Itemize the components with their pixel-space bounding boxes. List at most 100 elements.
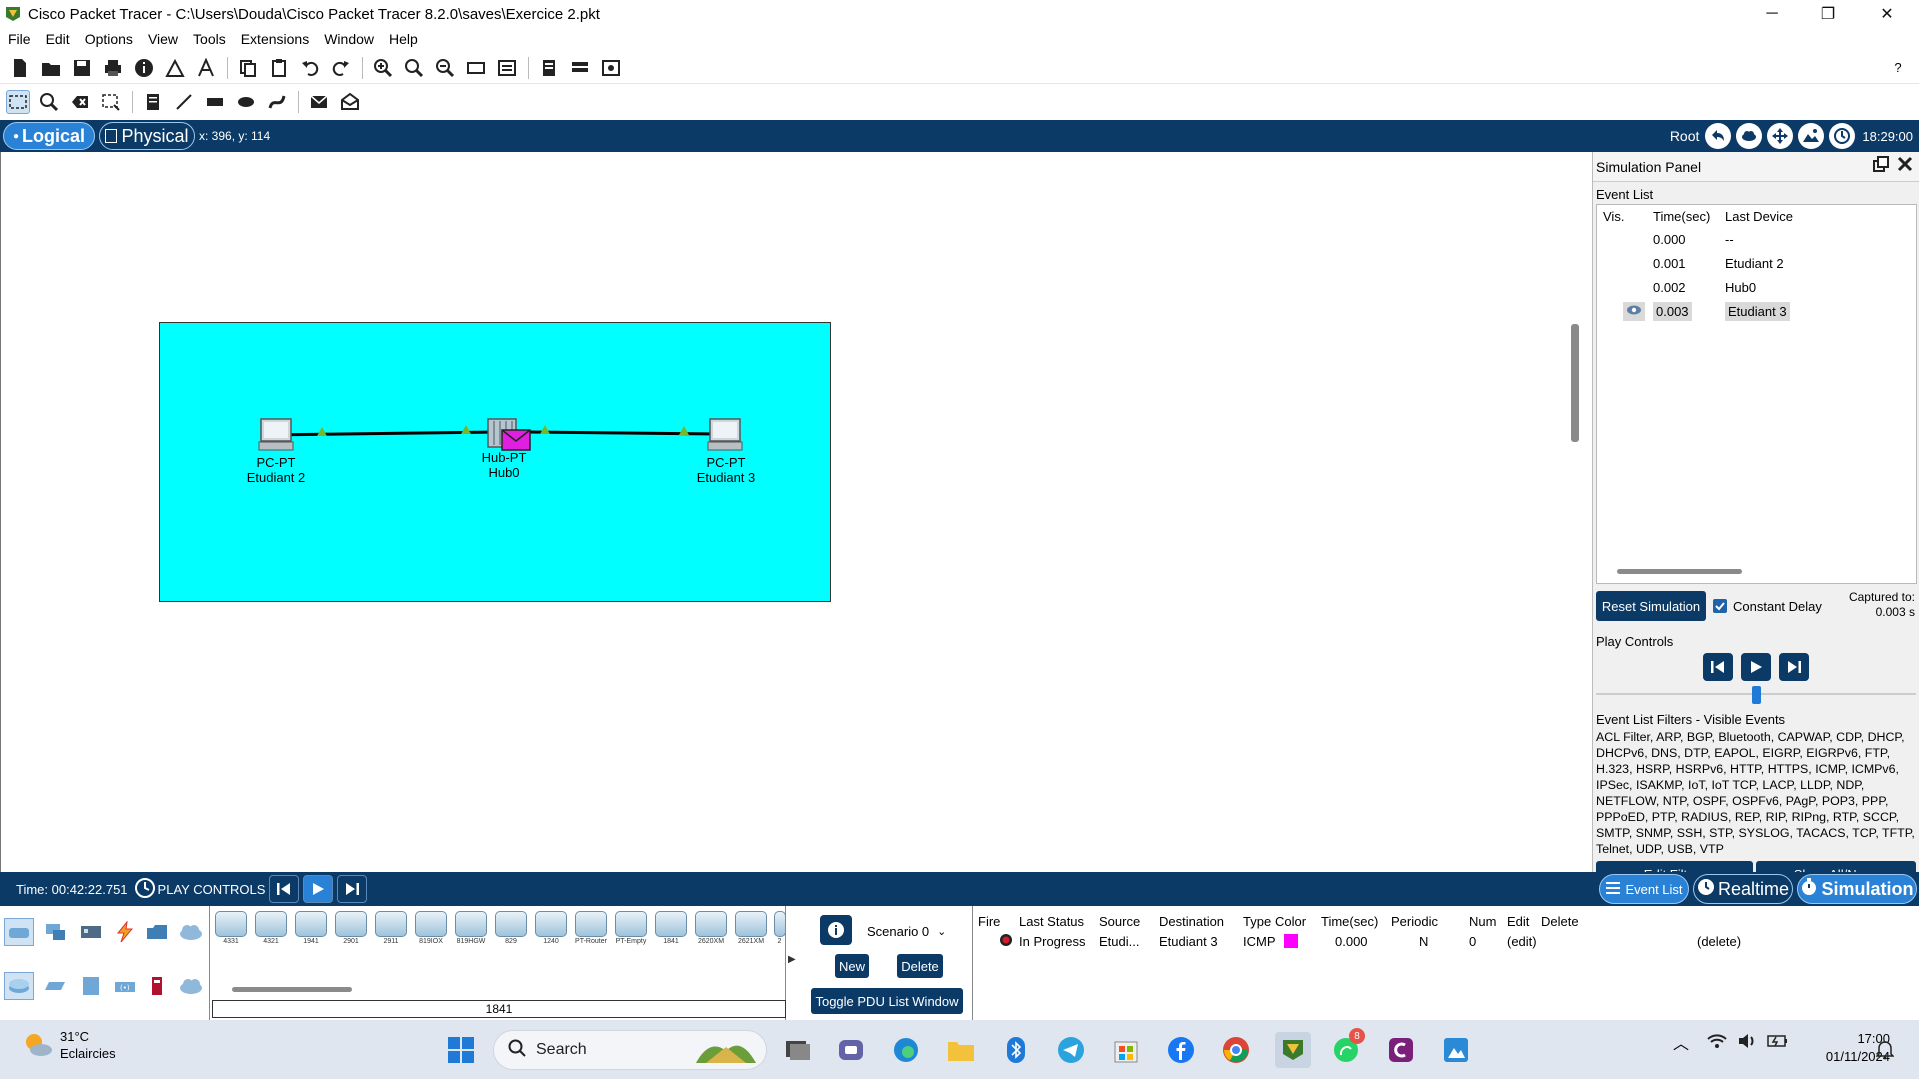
whatsapp-icon[interactable]: 8 xyxy=(1330,1028,1365,1066)
redo-icon[interactable] xyxy=(329,56,353,80)
scenario-select[interactable]: Scenario 0 ⌄ xyxy=(863,919,955,943)
expand-arrow-icon[interactable]: ▶ xyxy=(788,954,796,965)
maximize-button[interactable]: ❐ xyxy=(1805,0,1851,28)
scenario-info-button[interactable] xyxy=(820,915,852,945)
viewport-icon[interactable] xyxy=(537,56,561,80)
cluster-cloud-icon[interactable] xyxy=(1736,123,1763,149)
paste-icon[interactable] xyxy=(267,56,291,80)
new-scenario-button[interactable]: New xyxy=(835,954,869,978)
undo-icon[interactable] xyxy=(298,56,322,80)
open-folder-icon[interactable] xyxy=(39,56,63,80)
toggle-pdu-list-button[interactable]: Toggle PDU List Window xyxy=(811,988,963,1014)
model-item[interactable]: PT-Empty xyxy=(613,911,649,953)
realtime-mode-button[interactable]: Realtime xyxy=(1693,874,1793,904)
wifi-icon[interactable] xyxy=(1707,1033,1727,1052)
paint-app-icon[interactable] xyxy=(1440,1034,1472,1066)
volume-icon[interactable] xyxy=(1737,1033,1757,1052)
draw-ellipse-icon[interactable] xyxy=(234,90,258,114)
network-info-icon[interactable] xyxy=(194,56,218,80)
menu-tools[interactable]: Tools xyxy=(193,31,226,47)
event-list-scrollbar[interactable] xyxy=(1617,569,1742,574)
model-item[interactable]: 829 xyxy=(493,911,529,953)
inspect-icon[interactable] xyxy=(37,90,61,114)
close-button[interactable]: ✕ xyxy=(1864,0,1910,28)
model-item[interactable]: 4321 xyxy=(253,911,289,953)
menu-help[interactable]: Help xyxy=(389,31,418,47)
select-tool-icon[interactable] xyxy=(6,90,30,114)
pc-etudiant-2[interactable] xyxy=(257,417,297,456)
close-panel-icon[interactable] xyxy=(1897,156,1913,175)
workspace-vertical-scrollbar[interactable] xyxy=(1571,324,1579,442)
resize-shape-icon[interactable] xyxy=(99,90,123,114)
pdu-list-icon[interactable] xyxy=(568,56,592,80)
windows-start-icon[interactable] xyxy=(445,1034,477,1066)
zoom-reset-icon[interactable] xyxy=(402,56,426,80)
step-back-button[interactable] xyxy=(1703,653,1733,681)
screenshot-icon[interactable] xyxy=(599,56,623,80)
minimize-button[interactable]: ─ xyxy=(1749,0,1795,28)
col-last-device[interactable]: Last Device xyxy=(1721,209,1901,224)
model-item[interactable]: PT-Router xyxy=(573,911,609,953)
menu-options[interactable]: Options xyxy=(85,31,133,47)
tab-logical[interactable]: ● Logical xyxy=(3,122,95,150)
weather-widget[interactable]: 31°C Eclaircies xyxy=(22,1028,116,1062)
event-row[interactable]: 0.002 Hub0 xyxy=(1597,275,1916,299)
link-hub-etudiant3[interactable] xyxy=(528,430,720,436)
teams-chat-icon[interactable] xyxy=(835,1034,867,1066)
security-icon[interactable] xyxy=(142,972,172,1000)
telegram-icon[interactable] xyxy=(1055,1034,1087,1066)
draw-rectangle-icon[interactable] xyxy=(203,90,227,114)
menu-extensions[interactable]: Extensions xyxy=(241,31,309,47)
play-button[interactable] xyxy=(1741,653,1771,681)
bottom-play-button[interactable] xyxy=(303,875,334,903)
model-item[interactable]: 1941 xyxy=(293,911,329,953)
move-object-icon[interactable] xyxy=(1767,123,1794,149)
model-item[interactable]: 2620XM xyxy=(693,911,729,953)
activity-wizard-icon[interactable] xyxy=(163,56,187,80)
event-row[interactable]: 0.001 Etudiant 2 xyxy=(1597,251,1916,275)
pdu-delete-link[interactable]: (delete) xyxy=(1697,934,1757,949)
end-devices-icon[interactable] xyxy=(40,918,70,946)
timer-icon[interactable] xyxy=(134,877,156,902)
chevron-up-icon[interactable]: ︿ xyxy=(1673,1030,1689,1054)
delete-scenario-button[interactable]: Delete xyxy=(897,954,943,978)
step-forward-button[interactable] xyxy=(1779,653,1809,681)
battery-icon[interactable] xyxy=(1767,1034,1789,1051)
model-item[interactable]: 2 xyxy=(773,911,786,953)
note-icon[interactable] xyxy=(141,90,165,114)
event-row[interactable]: 0.000 -- xyxy=(1597,227,1916,251)
pdu-edit-link[interactable]: (edit) xyxy=(1507,934,1697,949)
pdu-row[interactable]: In Progress Etudi... Etudiant 3 ICMP 0.0… xyxy=(973,931,1757,951)
fire-status-icon[interactable] xyxy=(973,933,1019,950)
facebook-icon[interactable] xyxy=(1165,1034,1197,1066)
edge-browser-icon[interactable] xyxy=(890,1034,922,1066)
slider-thumb[interactable] xyxy=(1752,686,1761,704)
notification-bell-icon[interactable] xyxy=(1875,1040,1895,1063)
eye-icon[interactable] xyxy=(1623,301,1645,321)
model-item[interactable]: 2901 xyxy=(333,911,369,953)
viewport-clock-icon[interactable] xyxy=(1829,123,1856,149)
new-file-icon[interactable] xyxy=(8,56,32,80)
play-speed-slider[interactable] xyxy=(1593,684,1919,704)
network-devices-icon[interactable] xyxy=(4,918,34,946)
menu-view[interactable]: View xyxy=(148,31,178,47)
model-item[interactable]: 2621XM xyxy=(733,911,769,953)
menu-edit[interactable]: Edit xyxy=(46,31,70,47)
drawing-palette-icon[interactable] xyxy=(464,56,488,80)
hubs-icon[interactable] xyxy=(76,972,106,1000)
routers-icon[interactable] xyxy=(4,972,34,1000)
task-view-icon[interactable] xyxy=(782,1034,814,1066)
wan-emulation-icon[interactable] xyxy=(176,972,206,1000)
freeform-icon[interactable] xyxy=(265,90,289,114)
bluetooth-icon[interactable] xyxy=(1000,1034,1032,1066)
save-icon[interactable] xyxy=(70,56,94,80)
bottom-step-back-button[interactable] xyxy=(269,875,300,903)
add-complex-pdu-icon[interactable] xyxy=(338,90,362,114)
tab-physical[interactable]: Physical xyxy=(99,122,195,150)
menu-file[interactable]: File xyxy=(8,31,31,47)
logical-workspace[interactable]: PC-PT Etudiant 2 Hub-PT Hub0 PC-PT Etudi… xyxy=(0,152,1579,1018)
chrome-icon[interactable] xyxy=(1220,1034,1252,1066)
model-list-scrollbar[interactable] xyxy=(232,987,352,992)
model-item[interactable]: 819IOX xyxy=(413,911,449,953)
delete-tool-icon[interactable] xyxy=(68,90,92,114)
